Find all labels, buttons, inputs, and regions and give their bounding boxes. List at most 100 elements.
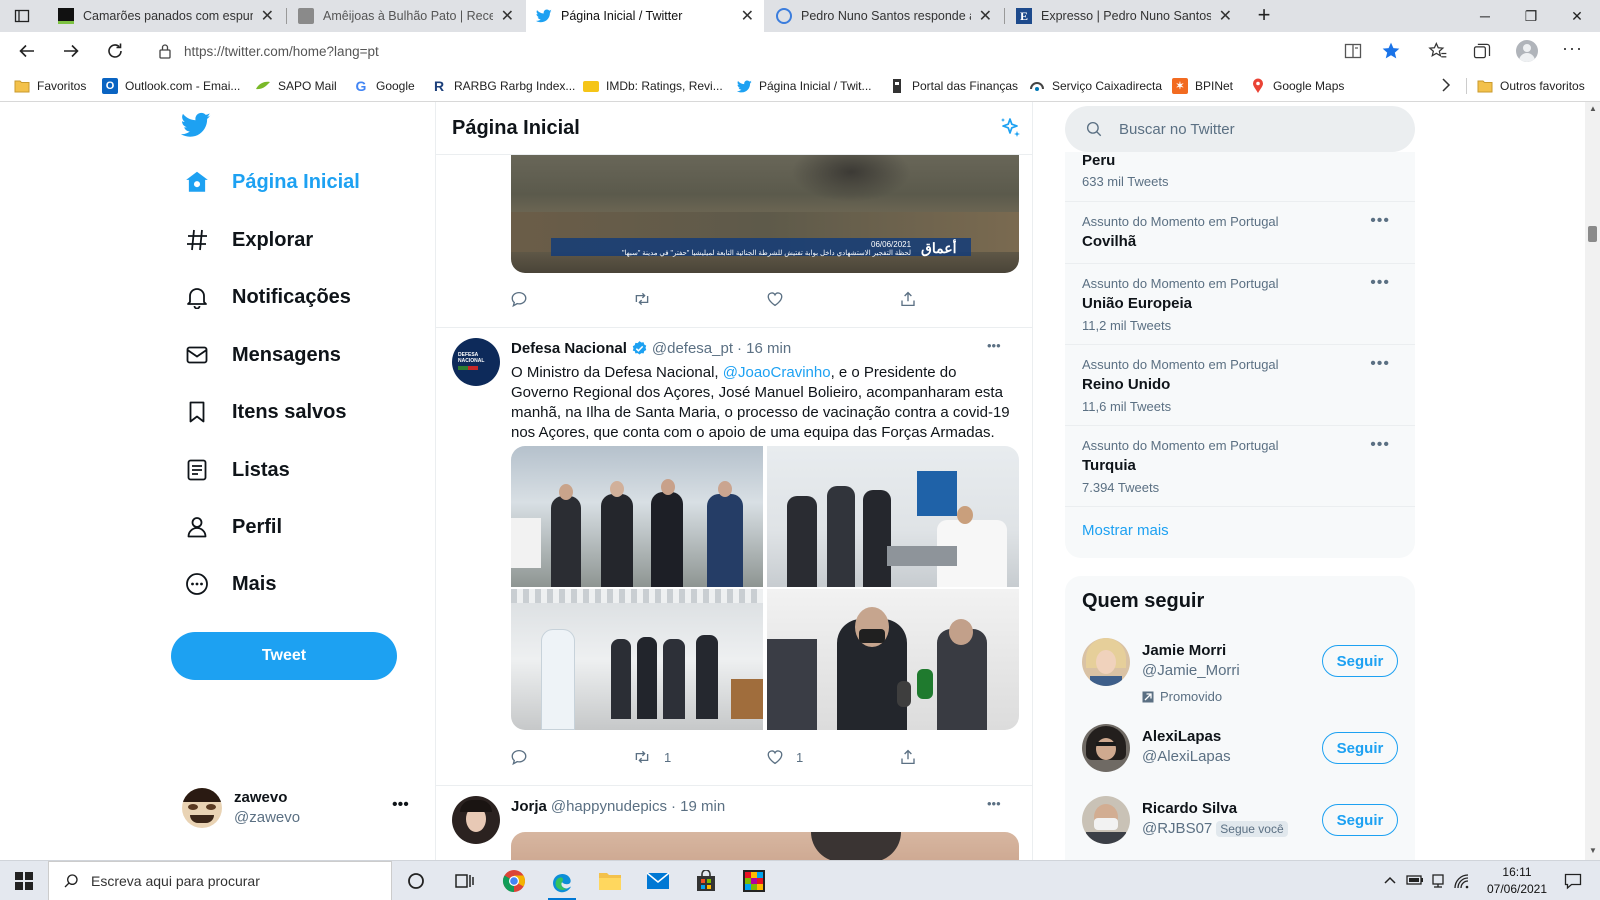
file-explorer-icon[interactable] [596, 867, 624, 895]
like-button[interactable]: 1 [766, 748, 803, 766]
show-more-link[interactable]: Mostrar mais [1082, 522, 1169, 539]
task-view-icon[interactable] [450, 867, 478, 895]
maximize-button[interactable]: ❐ [1508, 0, 1554, 32]
tweet-author-name[interactable]: Defesa Nacional [511, 340, 627, 357]
like-button[interactable] [766, 290, 796, 308]
fav-google[interactable]: G Google [353, 76, 415, 96]
close-window-button[interactable]: ✕ [1554, 0, 1600, 32]
photo-app-icon[interactable] [740, 867, 768, 895]
nav-notifications[interactable]: Notificações [182, 274, 351, 320]
tweet-photo-2[interactable] [767, 446, 1019, 587]
close-icon[interactable]: ✕ [501, 6, 514, 26]
collections-icon[interactable] [1472, 41, 1492, 61]
settings-more-icon[interactable]: ··· [1562, 38, 1583, 59]
clock-time[interactable]: 16:11 [1494, 865, 1540, 879]
close-icon[interactable]: ✕ [741, 6, 754, 26]
nav-lists[interactable]: Listas [182, 447, 290, 493]
retweet-button[interactable] [632, 290, 664, 308]
back-arrow-icon[interactable] [12, 36, 42, 66]
trend-item[interactable]: Assunto do Momento em Portugal União Eur… [1065, 264, 1415, 345]
tweet-time[interactable]: · 16 min [737, 340, 791, 357]
tab-actions-icon[interactable] [14, 8, 30, 24]
trend-item[interactable]: Assunto do Momento em Portugal Reino Uni… [1065, 345, 1415, 426]
tweet-photo[interactable] [511, 832, 1019, 860]
follow-button[interactable]: Seguir [1322, 732, 1398, 764]
search-box[interactable]: Buscar no Twitter [1065, 106, 1415, 152]
twitter-logo-icon[interactable] [181, 112, 211, 138]
notifications-icon[interactable] [1564, 872, 1582, 890]
fav-outlook[interactable]: O Outlook.com - Emai... [102, 76, 240, 96]
favorites-list-icon[interactable] [1428, 41, 1448, 61]
fav-sapo[interactable]: SAPO Mail [255, 76, 337, 96]
fav-bpinet[interactable]: ✶ BPINet [1172, 76, 1233, 96]
nav-messages[interactable]: Mensagens [182, 332, 341, 378]
more-dots-icon[interactable]: ••• [392, 796, 409, 814]
scrollbar-thumb[interactable] [1588, 226, 1597, 242]
more-dots-icon[interactable]: ••• [1370, 274, 1390, 292]
tweet-photo-3[interactable] [511, 589, 763, 730]
more-dots-icon[interactable]: ••• [987, 338, 1001, 353]
browser-tab-expresso[interactable]: E Expresso | Pedro Nuno Santos vs ✕ [1006, 0, 1242, 32]
tweet-defesa-nacional[interactable]: DEFESA NACIONAL Defesa Nacional @defesa_… [436, 328, 1032, 776]
retweet-button[interactable]: 1 [632, 748, 671, 766]
trend-item[interactable]: Assunto do Momento em Portugal Covilhã •… [1065, 202, 1415, 264]
share-button[interactable] [899, 748, 929, 766]
tweet-button[interactable]: Tweet [171, 632, 397, 680]
tweet-author-handle[interactable]: @defesa_pt [652, 340, 733, 357]
browser-tab-twitter[interactable]: Página Inicial / Twitter ✕ [526, 0, 764, 32]
wifi-icon[interactable] [1453, 873, 1469, 889]
trend-item[interactable]: Assunto do Momento em Portugal Turquia 7… [1065, 426, 1415, 507]
reply-button[interactable] [510, 290, 540, 308]
chrome-icon[interactable] [500, 867, 528, 895]
reply-button[interactable] [510, 748, 540, 766]
tweet-jorja[interactable]: Jorja @happynudepics · 19 min ••• [436, 786, 1032, 860]
refresh-icon[interactable] [100, 36, 130, 66]
more-dots-icon[interactable]: ••• [1370, 436, 1390, 454]
chevron-right-icon[interactable] [1440, 78, 1452, 92]
profile-avatar-icon[interactable] [1516, 40, 1538, 62]
minimize-button[interactable]: ─ [1462, 0, 1508, 32]
close-icon[interactable]: ✕ [261, 6, 274, 26]
fav-twitter[interactable]: Página Inicial / Twit... [736, 76, 872, 96]
cortana-circle-icon[interactable] [402, 867, 430, 895]
browser-tab-ameijoas[interactable]: Amêijoas à Bulhão Pato | Receita ✕ [288, 0, 524, 32]
nav-profile[interactable]: Perfil [182, 504, 282, 550]
mention-link[interactable]: @JoaoCravinho [723, 364, 831, 381]
fav-financas[interactable]: Portal das Finanças [889, 76, 1018, 96]
sparkle-icon[interactable] [998, 116, 1022, 140]
follow-button[interactable]: Seguir [1322, 645, 1398, 677]
fav-outros-favoritos[interactable]: Outros favoritos [1477, 76, 1585, 96]
fav-imdb[interactable]: IMDb: Ratings, Revi... [583, 76, 723, 96]
account-switcher[interactable]: zawevo @zawevo ••• [170, 782, 414, 842]
more-dots-icon[interactable]: ••• [1370, 355, 1390, 373]
browser-tab-pedro-nuno[interactable]: Pedro Nuno Santos responde a ✕ [766, 0, 1002, 32]
tweet-photo-4[interactable] [767, 589, 1019, 730]
close-icon[interactable]: ✕ [1219, 6, 1232, 26]
close-icon[interactable]: ✕ [979, 6, 992, 26]
follow-button[interactable]: Seguir [1322, 804, 1398, 836]
nav-home[interactable]: Página Inicial [182, 159, 360, 205]
nav-explore[interactable]: Explorar [182, 217, 313, 263]
clock-date[interactable]: 07/06/2021 [1480, 882, 1554, 896]
more-dots-icon[interactable]: ••• [1370, 212, 1390, 230]
mail-icon[interactable] [644, 867, 672, 895]
reading-view-icon[interactable] [1344, 43, 1362, 59]
fav-google-maps[interactable]: Google Maps [1250, 76, 1344, 96]
tweet-photo-1[interactable] [511, 446, 763, 587]
new-tab-plus-icon[interactable]: + [1252, 4, 1276, 28]
address-bar[interactable]: https://twitter.com/home?lang=pt [146, 36, 1386, 66]
fav-caixa[interactable]: Serviço Caixadirecta [1029, 76, 1162, 96]
tweet-time[interactable]: · 19 min [671, 798, 725, 815]
battery-icon[interactable] [1406, 874, 1424, 886]
share-button[interactable] [899, 290, 929, 308]
trend-item[interactable]: Peru 633 mil Tweets [1065, 152, 1415, 202]
follow-suggestion[interactable]: AlexiLapas @AlexiLapas Seguir [1065, 724, 1415, 794]
store-icon[interactable] [692, 867, 720, 895]
lock-icon[interactable] [158, 43, 172, 59]
tweet-author-handle[interactable]: @happynudepics [551, 798, 667, 815]
forward-arrow-icon[interactable] [56, 36, 86, 66]
page-scrollbar[interactable]: ▲ ▼ [1585, 102, 1600, 860]
tweet-video[interactable]: 06/06/2021 لحظة التفجير الاستشهادي داخل … [511, 142, 1019, 273]
fav-rarbg[interactable]: R RARBG Rarbg Index... [431, 76, 575, 96]
nav-more[interactable]: Mais [182, 561, 276, 607]
